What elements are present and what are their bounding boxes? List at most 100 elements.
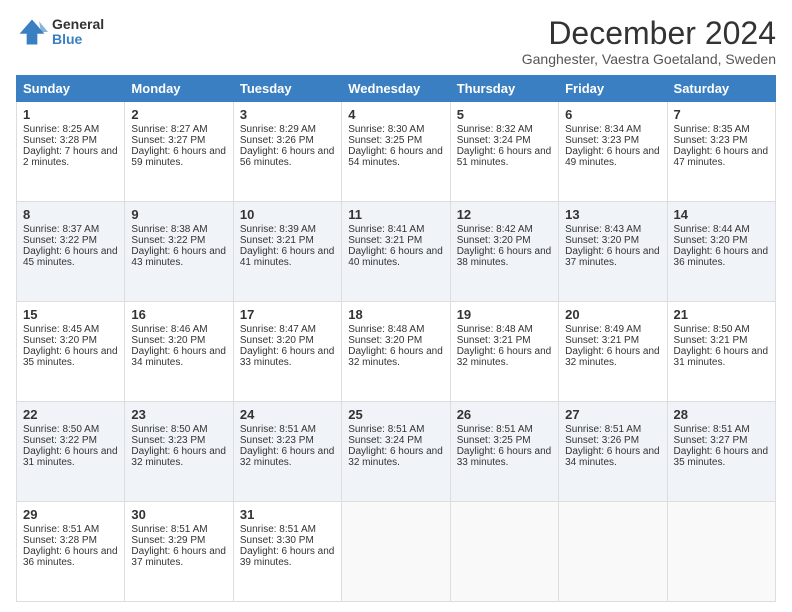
calendar-cell: 14Sunrise: 8:44 AMSunset: 3:20 PMDayligh… — [667, 202, 775, 302]
sunrise-text: Sunrise: 8:44 AM — [674, 224, 750, 235]
sunset-text: Sunset: 3:20 PM — [131, 335, 205, 346]
sunrise-text: Sunrise: 8:34 AM — [565, 124, 641, 135]
sunset-text: Sunset: 3:26 PM — [565, 435, 639, 446]
logo-icon — [16, 16, 48, 48]
day-number: 14 — [674, 207, 769, 222]
sunset-text: Sunset: 3:22 PM — [23, 435, 97, 446]
day-number: 10 — [240, 207, 335, 222]
calendar-dow-sunday: Sunday — [17, 76, 125, 102]
subtitle: Ganghester, Vaestra Goetaland, Sweden — [522, 51, 776, 67]
daylight-text: Daylight: 6 hours and 36 minutes. — [23, 546, 118, 568]
daylight-text: Daylight: 6 hours and 33 minutes. — [457, 446, 552, 468]
calendar-table: SundayMondayTuesdayWednesdayThursdayFrid… — [16, 75, 776, 602]
day-number: 30 — [131, 507, 226, 522]
day-number: 2 — [131, 107, 226, 122]
title-block: December 2024 Ganghester, Vaestra Goetal… — [522, 16, 776, 67]
day-number: 28 — [674, 407, 769, 422]
calendar-dow-monday: Monday — [125, 76, 233, 102]
daylight-text: Daylight: 6 hours and 37 minutes. — [131, 546, 226, 568]
day-number: 16 — [131, 307, 226, 322]
main-title: December 2024 — [522, 16, 776, 51]
sunrise-text: Sunrise: 8:50 AM — [23, 424, 99, 435]
sunrise-text: Sunrise: 8:25 AM — [23, 124, 99, 135]
calendar-cell: 26Sunrise: 8:51 AMSunset: 3:25 PMDayligh… — [450, 402, 558, 502]
day-number: 22 — [23, 407, 118, 422]
sunset-text: Sunset: 3:21 PM — [240, 235, 314, 246]
sunset-text: Sunset: 3:28 PM — [23, 535, 97, 546]
daylight-text: Daylight: 6 hours and 32 minutes. — [240, 446, 335, 468]
sunset-text: Sunset: 3:21 PM — [565, 335, 639, 346]
sunset-text: Sunset: 3:21 PM — [674, 335, 748, 346]
calendar-cell: 10Sunrise: 8:39 AMSunset: 3:21 PMDayligh… — [233, 202, 341, 302]
sunrise-text: Sunrise: 8:51 AM — [674, 424, 750, 435]
daylight-text: Daylight: 6 hours and 40 minutes. — [348, 246, 443, 268]
day-number: 24 — [240, 407, 335, 422]
daylight-text: Daylight: 6 hours and 35 minutes. — [23, 346, 118, 368]
day-number: 4 — [348, 107, 443, 122]
calendar-cell: 9Sunrise: 8:38 AMSunset: 3:22 PMDaylight… — [125, 202, 233, 302]
sunset-text: Sunset: 3:24 PM — [457, 135, 531, 146]
calendar-dow-wednesday: Wednesday — [342, 76, 450, 102]
calendar-dow-friday: Friday — [559, 76, 667, 102]
calendar-cell: 13Sunrise: 8:43 AMSunset: 3:20 PMDayligh… — [559, 202, 667, 302]
daylight-text: Daylight: 6 hours and 37 minutes. — [565, 246, 660, 268]
daylight-text: Daylight: 6 hours and 35 minutes. — [674, 446, 769, 468]
sunset-text: Sunset: 3:25 PM — [457, 435, 531, 446]
calendar-cell: 20 Sunrise: 8:49 AMSunset: 3:21 PMDayligh… — [559, 302, 667, 402]
day-number: 20 — [565, 307, 660, 322]
daylight-text: Daylight: 6 hours and 34 minutes. — [131, 346, 226, 368]
calendar-cell: 19Sunrise: 8:48 AMSunset: 3:21 PMDayligh… — [450, 302, 558, 402]
sunrise-text: Sunrise: 8:29 AM — [240, 124, 316, 135]
sunset-text: Sunset: 3:23 PM — [240, 435, 314, 446]
daylight-text: Daylight: 7 hours and 2 minutes. — [23, 146, 118, 168]
calendar-cell: 2 Sunrise: 8:27 AMSunset: 3:27 PMDaylight… — [125, 102, 233, 202]
sunset-text: Sunset: 3:20 PM — [348, 335, 422, 346]
calendar-week-row: 29Sunrise: 8:51 AMSunset: 3:28 PMDayligh… — [17, 502, 776, 602]
sunrise-text: Sunrise: 8:49 AM — [565, 324, 641, 335]
day-number: 25 — [348, 407, 443, 422]
calendar-cell: 15Sunrise: 8:45 AMSunset: 3:20 PMDayligh… — [17, 302, 125, 402]
sunrise-text: Sunrise: 8:27 AM — [131, 124, 207, 135]
sunset-text: Sunset: 3:27 PM — [131, 135, 205, 146]
sunrise-text: Sunrise: 8:48 AM — [457, 324, 533, 335]
day-number: 13 — [565, 207, 660, 222]
sunset-text: Sunset: 3:26 PM — [240, 135, 314, 146]
header: General Blue December 2024 Ganghester, V… — [16, 16, 776, 67]
calendar-cell: 29Sunrise: 8:51 AMSunset: 3:28 PMDayligh… — [17, 502, 125, 602]
daylight-text: Daylight: 6 hours and 34 minutes. — [565, 446, 660, 468]
calendar-cell: 4 Sunrise: 8:30 AMSunset: 3:25 PMDaylight… — [342, 102, 450, 202]
daylight-text: Daylight: 6 hours and 32 minutes. — [457, 346, 552, 368]
sunrise-text: Sunrise: 8:48 AM — [348, 324, 424, 335]
sunset-text: Sunset: 3:25 PM — [348, 135, 422, 146]
sunset-text: Sunset: 3:22 PM — [23, 235, 97, 246]
calendar-cell — [667, 502, 775, 602]
calendar-week-row: 22Sunrise: 8:50 AMSunset: 3:22 PMDayligh… — [17, 402, 776, 502]
calendar-cell — [559, 502, 667, 602]
sunrise-text: Sunrise: 8:41 AM — [348, 224, 424, 235]
sunrise-text: Sunrise: 8:47 AM — [240, 324, 316, 335]
sunset-text: Sunset: 3:20 PM — [23, 335, 97, 346]
day-number: 23 — [131, 407, 226, 422]
daylight-text: Daylight: 6 hours and 33 minutes. — [240, 346, 335, 368]
sunrise-text: Sunrise: 8:51 AM — [348, 424, 424, 435]
daylight-text: Daylight: 6 hours and 32 minutes. — [348, 346, 443, 368]
sunrise-text: Sunrise: 8:35 AM — [674, 124, 750, 135]
calendar-cell: 24Sunrise: 8:51 AMSunset: 3:23 PMDayligh… — [233, 402, 341, 502]
daylight-text: Daylight: 6 hours and 54 minutes. — [348, 146, 443, 168]
calendar-cell — [342, 502, 450, 602]
daylight-text: Daylight: 6 hours and 59 minutes. — [131, 146, 226, 168]
day-number: 1 — [23, 107, 118, 122]
calendar-cell: 31Sunrise: 8:51 AMSunset: 3:30 PMDayligh… — [233, 502, 341, 602]
sunset-text: Sunset: 3:29 PM — [131, 535, 205, 546]
sunrise-text: Sunrise: 8:50 AM — [131, 424, 207, 435]
calendar-page: General Blue December 2024 Ganghester, V… — [0, 0, 792, 612]
daylight-text: Daylight: 6 hours and 32 minutes. — [565, 346, 660, 368]
calendar-cell: 6Sunrise: 8:34 AMSunset: 3:23 PMDaylight… — [559, 102, 667, 202]
calendar-cell: 28Sunrise: 8:51 AMSunset: 3:27 PMDayligh… — [667, 402, 775, 502]
day-number: 21 — [674, 307, 769, 322]
day-number: 11 — [348, 207, 443, 222]
sunrise-text: Sunrise: 8:51 AM — [565, 424, 641, 435]
sunset-text: Sunset: 3:30 PM — [240, 535, 314, 546]
calendar-cell: 5Sunrise: 8:32 AMSunset: 3:24 PMDaylight… — [450, 102, 558, 202]
sunrise-text: Sunrise: 8:30 AM — [348, 124, 424, 135]
